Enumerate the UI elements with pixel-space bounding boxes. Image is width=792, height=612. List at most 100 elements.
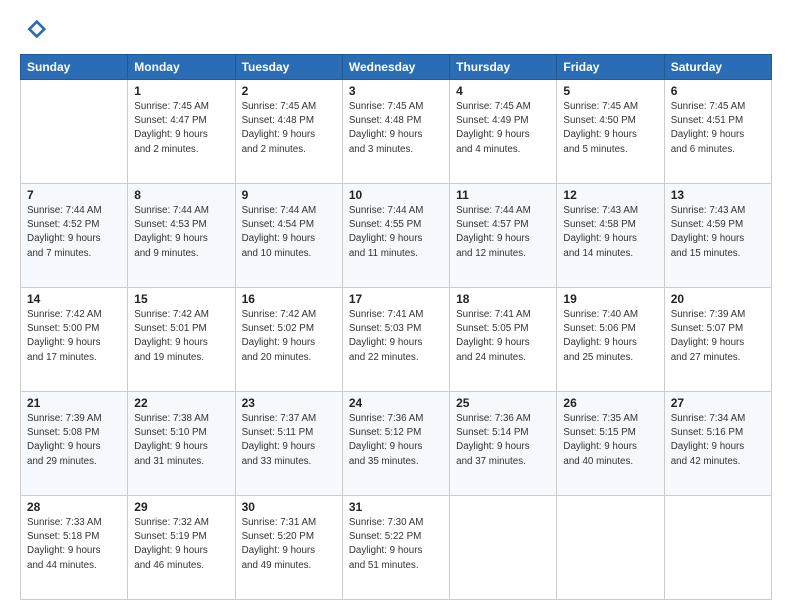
day-number: 23 (242, 396, 336, 410)
day-info: Sunrise: 7:32 AMSunset: 5:19 PMDaylight:… (134, 516, 228, 573)
day-cell: 12Sunrise: 7:43 AMSunset: 4:58 PMDayligh… (557, 184, 664, 288)
weekday-header-thursday: Thursday (450, 55, 557, 80)
day-info: Sunrise: 7:44 AMSunset: 4:53 PMDaylight:… (134, 204, 228, 261)
day-cell: 28 Sunrise: 7:33 AMSunset: 5:18 PMDayligh… (21, 496, 128, 600)
day-info: Sunrise: 7:39 AMSunset: 5:07 PMDaylight:… (671, 308, 765, 365)
day-info: Sunrise: 7:41 AMSunset: 5:03 PMDaylight:… (349, 308, 443, 365)
day-cell: 10 Sunrise: 7:44 AMSunset: 4:55 PMDayligh… (342, 184, 449, 288)
header (20, 16, 772, 44)
day-cell: 20Sunrise: 7:39 AMSunset: 5:07 PMDayligh… (664, 288, 771, 392)
day-number: 5 (563, 84, 657, 98)
day-cell: 13 Sunrise: 7:43 AMSunset: 4:59 PMDayligh… (664, 184, 771, 288)
weekday-header-row: SundayMondayTuesdayWednesdayThursdayFrid… (21, 55, 772, 80)
day-info: Sunrise: 7:45 AMSunset: 4:48 PMDaylight:… (349, 100, 443, 157)
day-number: 7 (27, 188, 121, 202)
logo-icon (20, 16, 48, 44)
day-cell (450, 496, 557, 600)
day-number: 17 (349, 292, 443, 306)
week-row-3: 14Sunrise: 7:42 AMSunset: 5:00 PMDayligh… (21, 288, 772, 392)
day-cell: 7 Sunrise: 7:44 AMSunset: 4:52 PMDaylight… (21, 184, 128, 288)
day-number: 22 (134, 396, 228, 410)
day-cell: 15 Sunrise: 7:42 AMSunset: 5:01 PMDayligh… (128, 288, 235, 392)
day-number: 29 (134, 500, 228, 514)
page: SundayMondayTuesdayWednesdayThursdayFrid… (0, 0, 792, 612)
weekday-header-friday: Friday (557, 55, 664, 80)
day-number: 26 (563, 396, 657, 410)
day-cell: 18 Sunrise: 7:41 AMSunset: 5:05 PMDayligh… (450, 288, 557, 392)
day-info: Sunrise: 7:36 AMSunset: 5:12 PMDaylight:… (349, 412, 443, 469)
day-info: Sunrise: 7:34 AMSunset: 5:16 PMDaylight:… (671, 412, 765, 469)
day-info: Sunrise: 7:42 AMSunset: 5:02 PMDaylight:… (242, 308, 336, 365)
weekday-header-monday: Monday (128, 55, 235, 80)
day-info: Sunrise: 7:36 AMSunset: 5:14 PMDaylight:… (456, 412, 550, 469)
week-row-2: 7 Sunrise: 7:44 AMSunset: 4:52 PMDaylight… (21, 184, 772, 288)
day-number: 16 (242, 292, 336, 306)
day-cell: 19 Sunrise: 7:40 AMSunset: 5:06 PMDayligh… (557, 288, 664, 392)
day-cell: 4 Sunrise: 7:45 AMSunset: 4:49 PMDaylight… (450, 80, 557, 184)
day-info: Sunrise: 7:40 AMSunset: 5:06 PMDaylight:… (563, 308, 657, 365)
day-number: 11 (456, 188, 550, 202)
day-number: 19 (563, 292, 657, 306)
day-cell (664, 496, 771, 600)
day-cell: 23 Sunrise: 7:37 AMSunset: 5:11 PMDayligh… (235, 392, 342, 496)
weekday-header-saturday: Saturday (664, 55, 771, 80)
day-number: 30 (242, 500, 336, 514)
day-cell: 24 Sunrise: 7:36 AMSunset: 5:12 PMDayligh… (342, 392, 449, 496)
day-number: 27 (671, 396, 765, 410)
day-number: 18 (456, 292, 550, 306)
week-row-5: 28 Sunrise: 7:33 AMSunset: 5:18 PMDayligh… (21, 496, 772, 600)
day-number: 25 (456, 396, 550, 410)
day-info: Sunrise: 7:42 AMSunset: 5:01 PMDaylight:… (134, 308, 228, 365)
weekday-header-tuesday: Tuesday (235, 55, 342, 80)
day-cell: 5 Sunrise: 7:45 AMSunset: 4:50 PMDaylight… (557, 80, 664, 184)
logo (20, 16, 52, 44)
day-number: 8 (134, 188, 228, 202)
day-info: Sunrise: 7:39 AMSunset: 5:08 PMDaylight:… (27, 412, 121, 469)
week-row-1: 1 Sunrise: 7:45 AMSunset: 4:47 PMDaylight… (21, 80, 772, 184)
day-cell: 26 Sunrise: 7:35 AMSunset: 5:15 PMDayligh… (557, 392, 664, 496)
day-cell: 8 Sunrise: 7:44 AMSunset: 4:53 PMDaylight… (128, 184, 235, 288)
day-info: Sunrise: 7:37 AMSunset: 5:11 PMDaylight:… (242, 412, 336, 469)
day-number: 4 (456, 84, 550, 98)
day-info: Sunrise: 7:44 AMSunset: 4:55 PMDaylight:… (349, 204, 443, 261)
day-cell: 1 Sunrise: 7:45 AMSunset: 4:47 PMDaylight… (128, 80, 235, 184)
day-info: Sunrise: 7:45 AMSunset: 4:48 PMDaylight:… (242, 100, 336, 157)
day-number: 6 (671, 84, 765, 98)
week-row-4: 21 Sunrise: 7:39 AMSunset: 5:08 PMDayligh… (21, 392, 772, 496)
day-info: Sunrise: 7:45 AMSunset: 4:49 PMDaylight:… (456, 100, 550, 157)
day-info: Sunrise: 7:35 AMSunset: 5:15 PMDaylight:… (563, 412, 657, 469)
day-number: 31 (349, 500, 443, 514)
day-number: 13 (671, 188, 765, 202)
day-info: Sunrise: 7:30 AMSunset: 5:22 PMDaylight:… (349, 516, 443, 573)
day-cell: 31 Sunrise: 7:30 AMSunset: 5:22 PMDayligh… (342, 496, 449, 600)
day-info: Sunrise: 7:31 AMSunset: 5:20 PMDaylight:… (242, 516, 336, 573)
day-cell: 14Sunrise: 7:42 AMSunset: 5:00 PMDayligh… (21, 288, 128, 392)
day-info: Sunrise: 7:45 AMSunset: 4:47 PMDaylight:… (134, 100, 228, 157)
day-info: Sunrise: 7:43 AMSunset: 4:59 PMDaylight:… (671, 204, 765, 261)
day-info: Sunrise: 7:45 AMSunset: 4:50 PMDaylight:… (563, 100, 657, 157)
day-cell: 6 Sunrise: 7:45 AMSunset: 4:51 PMDaylight… (664, 80, 771, 184)
day-number: 21 (27, 396, 121, 410)
day-info: Sunrise: 7:38 AMSunset: 5:10 PMDaylight:… (134, 412, 228, 469)
day-info: Sunrise: 7:44 AMSunset: 4:52 PMDaylight:… (27, 204, 121, 261)
day-number: 12 (563, 188, 657, 202)
day-info: Sunrise: 7:33 AMSunset: 5:18 PMDaylight:… (27, 516, 121, 573)
day-cell (21, 80, 128, 184)
calendar-table: SundayMondayTuesdayWednesdayThursdayFrid… (20, 54, 772, 600)
day-info: Sunrise: 7:45 AMSunset: 4:51 PMDaylight:… (671, 100, 765, 157)
day-cell (557, 496, 664, 600)
day-number: 10 (349, 188, 443, 202)
day-cell: 11 Sunrise: 7:44 AMSunset: 4:57 PMDayligh… (450, 184, 557, 288)
day-cell: 25 Sunrise: 7:36 AMSunset: 5:14 PMDayligh… (450, 392, 557, 496)
day-number: 1 (134, 84, 228, 98)
day-cell: 16 Sunrise: 7:42 AMSunset: 5:02 PMDayligh… (235, 288, 342, 392)
day-number: 9 (242, 188, 336, 202)
weekday-header-sunday: Sunday (21, 55, 128, 80)
day-info: Sunrise: 7:41 AMSunset: 5:05 PMDaylight:… (456, 308, 550, 365)
day-number: 28 (27, 500, 121, 514)
day-number: 24 (349, 396, 443, 410)
day-info: Sunrise: 7:44 AMSunset: 4:57 PMDaylight:… (456, 204, 550, 261)
day-cell: 29 Sunrise: 7:32 AMSunset: 5:19 PMDayligh… (128, 496, 235, 600)
day-number: 14 (27, 292, 121, 306)
day-number: 15 (134, 292, 228, 306)
